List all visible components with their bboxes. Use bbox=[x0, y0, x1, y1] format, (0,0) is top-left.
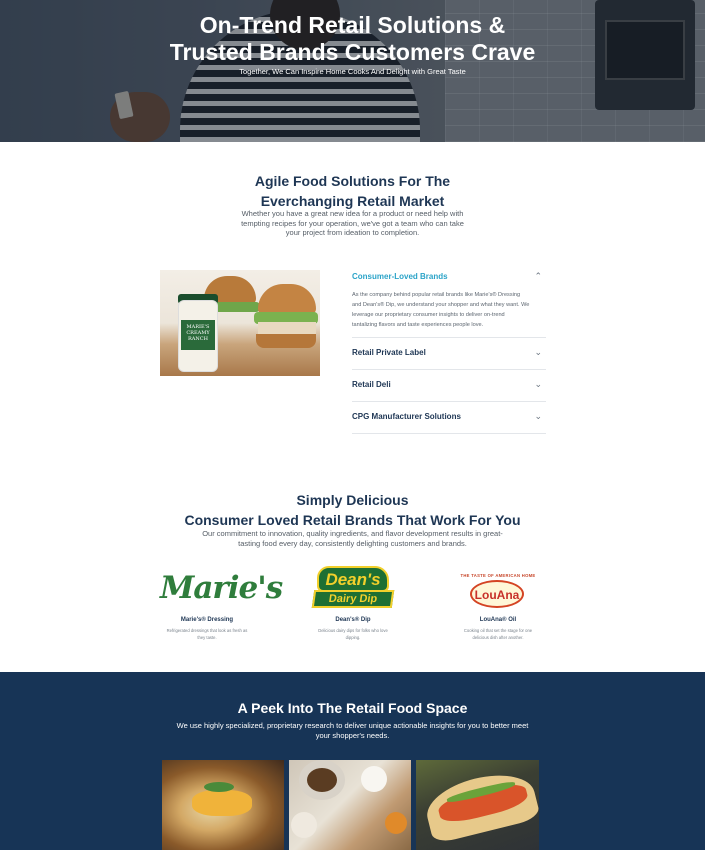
hero-banner: On-Trend Retail Solutions & Trusted Bran… bbox=[0, 0, 705, 142]
brand-desc-line1: Cooking oil that set the stage for one bbox=[463, 628, 533, 633]
chevron-up-icon: ⌃ bbox=[534, 271, 542, 281]
brand-desc: Refrigerated dressings that look as fres… bbox=[157, 628, 257, 641]
brand-desc-line2: delicious dish after another. bbox=[472, 634, 524, 640]
brands-desc-line1: Our commitment to innovation, quality in… bbox=[202, 529, 503, 538]
peek-desc-line1: We use highly specialized, proprietary r… bbox=[176, 721, 529, 730]
coffee-table-image[interactable] bbox=[289, 760, 411, 850]
agile-desc-line1: Whether you have a great new idea for a … bbox=[241, 209, 464, 218]
louana-logo-arc: THE TASTE OF AMERICAN HOME bbox=[460, 573, 536, 578]
agile-description: Whether you have a great new idea for a … bbox=[0, 209, 705, 238]
peek-title: A Peek Into The Retail Food Space bbox=[237, 700, 468, 716]
accordion-item-retail-private-label[interactable]: Retail Private Label ⌄ bbox=[352, 338, 546, 370]
maries-logo[interactable]: Marie's bbox=[160, 568, 283, 608]
accordion-item-retail-deli[interactable]: Retail Deli ⌄ bbox=[352, 370, 546, 402]
deans-logo[interactable]: Dean's Dairy Dip bbox=[311, 566, 395, 610]
agile-title-line1: Agile Food Solutions For The bbox=[254, 173, 451, 189]
accordion-item-title: Consumer-Loved Brands bbox=[352, 272, 448, 281]
brand-desc: Cooking oil that set the stage for one d… bbox=[448, 628, 548, 641]
brand-desc: Delicious dairy dips for folks who love … bbox=[303, 628, 403, 641]
brand-name: Marie's® Dressing bbox=[180, 617, 234, 623]
accordion-item-title: CPG Manufacturer Solutions bbox=[352, 412, 461, 421]
agile-desc-line2: tempting recipes for your operation, we'… bbox=[241, 218, 464, 228]
louana-logo-text: LouAna bbox=[474, 588, 520, 602]
deans-logo-top: Dean's bbox=[317, 566, 389, 592]
brand-desc-line2: dipping. bbox=[345, 634, 361, 640]
brand-name: LouAna® Oil bbox=[479, 617, 517, 623]
accordion-body-line2: and Dean's® Dip, we understand your shop… bbox=[352, 302, 530, 308]
chevron-down-icon: ⌄ bbox=[534, 411, 542, 421]
accordion-open-body: As the company behind popular retail bra… bbox=[352, 290, 548, 330]
agile-desc-line3: your project from ideation to completion… bbox=[285, 228, 420, 237]
brand-name: Dean's® Dip bbox=[335, 617, 371, 623]
louana-logo[interactable]: THE TASTE OF AMERICAN HOME LouAna bbox=[458, 573, 538, 609]
brands-title-line2: Consumer Loved Retail Brands That Work F… bbox=[184, 512, 521, 528]
brands-title-line1: Simply Delicious bbox=[296, 492, 409, 508]
peek-description: We use highly specialized, proprietary r… bbox=[162, 721, 543, 741]
tacos-image[interactable] bbox=[416, 760, 539, 850]
brands-description: Our commitment to innovation, quality in… bbox=[0, 529, 705, 548]
hero-title: On-Trend Retail Solutions & Trusted Bran… bbox=[0, 12, 705, 66]
agile-title: Agile Food Solutions For The Everchangin… bbox=[0, 171, 705, 211]
burger-dressing-image: MARIE'S CREAMY RANCH bbox=[160, 270, 320, 376]
accordion-item-title: Retail Private Label bbox=[352, 348, 426, 357]
peek-desc-line2: your shopper's needs. bbox=[315, 731, 390, 740]
accordion-body-line4: tantalizing flavors and taste experience… bbox=[352, 322, 484, 328]
agile-title-line2: Everchanging Retail Market bbox=[260, 193, 445, 209]
accordion-item-title: Retail Deli bbox=[352, 380, 391, 389]
hero-subtitle: Together, We Can Inspire Home Cooks And … bbox=[239, 67, 466, 76]
brand-desc-line1: Refrigerated dressings that look as fres… bbox=[166, 628, 248, 633]
hero-title-line1: On-Trend Retail Solutions & bbox=[199, 12, 506, 38]
brands-desc-line2: tasting food every day, consistently del… bbox=[238, 538, 467, 548]
chevron-down-icon: ⌄ bbox=[534, 347, 542, 357]
brands-title: Simply Delicious Consumer Loved Retail B… bbox=[0, 490, 705, 530]
accordion-item-cpg-manufacturer-solutions[interactable]: CPG Manufacturer Solutions ⌄ bbox=[352, 402, 546, 434]
brand-desc-line1: Delicious dairy dips for folks who love bbox=[318, 628, 388, 633]
jar-label: MARIE'S CREAMY RANCH bbox=[181, 320, 215, 350]
baked-potato-image[interactable] bbox=[162, 760, 284, 850]
accordion-body-line1: As the company behind popular retail bra… bbox=[352, 292, 521, 298]
accordion-body-line3: leverage our proprietary consumer insigh… bbox=[352, 312, 505, 318]
brand-desc-line2: they taste. bbox=[197, 634, 217, 640]
chevron-down-icon: ⌄ bbox=[534, 379, 542, 389]
deans-logo-bottom: Dairy Dip bbox=[311, 590, 395, 608]
hero-title-line2: Trusted Brands Customers Crave bbox=[169, 39, 536, 65]
